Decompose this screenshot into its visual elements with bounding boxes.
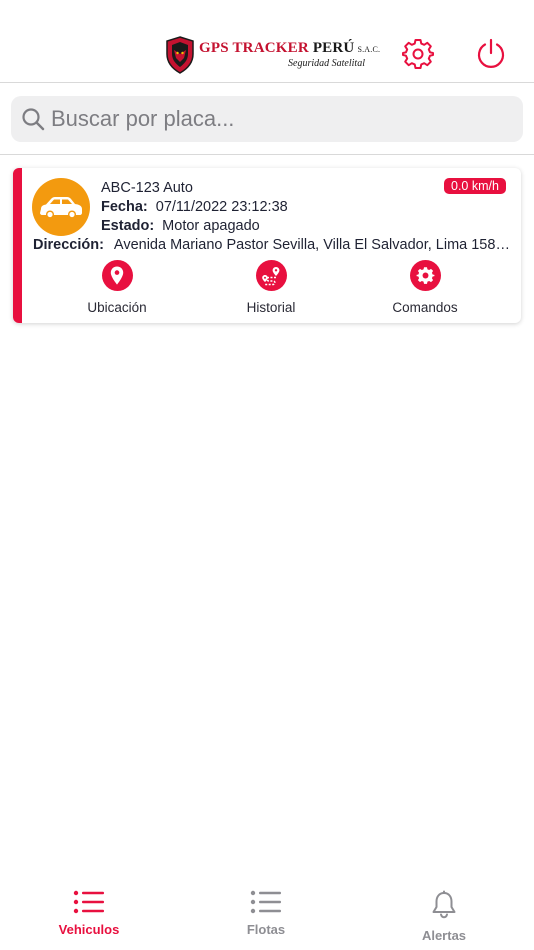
brand-name: GPS TRACKER PERÚ S.A.C.	[199, 40, 380, 57]
speed-badge: 0.0 km/h	[444, 178, 506, 194]
location-button-circle	[101, 260, 133, 291]
brand-wordmark: GPS TRACKER PERÚ S.A.C. Seguridad Satelit…	[199, 37, 380, 73]
shield-logo-icon	[166, 36, 194, 74]
history-label: Historial	[246, 300, 296, 315]
commands-button[interactable]: Comandos	[365, 260, 485, 315]
brand-tagline: Seguridad Satelital	[288, 58, 365, 69]
search-icon	[22, 108, 45, 131]
address-label: Dirección:	[33, 237, 104, 253]
gear-icon	[402, 39, 434, 69]
history-button-circle	[255, 260, 287, 291]
status-value: Motor apagado	[162, 218, 260, 234]
commands-button-circle	[409, 260, 441, 291]
bell-icon	[432, 890, 456, 919]
vehicle-address-row: Dirección: Avenida Mariano Pastor Sevilla…	[33, 237, 511, 253]
location-button[interactable]: Ubicación	[57, 260, 177, 315]
vehicle-date-row: Fecha: 07/11/2022 23:12:38	[101, 199, 288, 215]
gear-icon	[416, 267, 434, 284]
vehicle-card[interactable]: ABC-123 Auto 0.0 km/h Fecha: 07/11/2022 2…	[13, 168, 521, 323]
status-label: Estado:	[101, 218, 155, 234]
app-screen: GPS TRACKER PERÚ S.A.C. Seguridad Satelit…	[0, 0, 534, 950]
vehicle-avatar	[32, 178, 90, 236]
tab-alertas-label: Alertas	[421, 928, 467, 943]
brand-country: PERÚ	[312, 40, 355, 56]
app-header: GPS TRACKER PERÚ S.A.C. Seguridad Satelit…	[0, 0, 534, 83]
power-icon	[477, 38, 505, 68]
brand-logo: GPS TRACKER PERÚ S.A.C. Seguridad Satelit…	[165, 35, 380, 75]
search-input[interactable]	[51, 106, 491, 132]
brand-main: GPS TRACKER	[199, 40, 309, 56]
power-button[interactable]	[475, 38, 507, 70]
commands-label: Comandos	[392, 300, 458, 315]
location-label: Ubicación	[87, 300, 147, 315]
date-value: 07/11/2022 23:12:38	[155, 199, 288, 215]
date-label: Fecha:	[101, 199, 148, 215]
search-bar[interactable]	[11, 96, 523, 142]
tab-vehiculos[interactable]: Vehiculos	[29, 890, 149, 937]
route-history-icon	[262, 266, 280, 285]
tab-flotas[interactable]: Flotas	[206, 890, 326, 937]
tab-vehiculos-label: Vehiculos	[58, 922, 120, 937]
list-icon	[73, 890, 104, 914]
tab-alertas[interactable]: Alertas	[384, 890, 504, 943]
settings-button[interactable]	[402, 38, 434, 70]
vehicle-status-row: Estado: Motor apagado	[101, 218, 260, 234]
list-icon	[250, 890, 281, 914]
divider	[0, 154, 534, 155]
car-icon	[40, 197, 82, 219]
tab-flotas-label: Flotas	[246, 922, 286, 937]
bottom-tab-bar: Vehiculos Flotas Alertas	[0, 880, 534, 950]
vehicle-name: ABC-123 Auto	[101, 180, 193, 196]
brand-suffix: S.A.C.	[357, 45, 381, 54]
location-pin-icon	[110, 266, 124, 285]
history-button[interactable]: Historial	[211, 260, 331, 315]
address-value: Avenida Mariano Pastor Sevilla, Villa El…	[113, 237, 511, 253]
vehicle-actions: Ubicación Historial Comandos	[13, 260, 521, 320]
